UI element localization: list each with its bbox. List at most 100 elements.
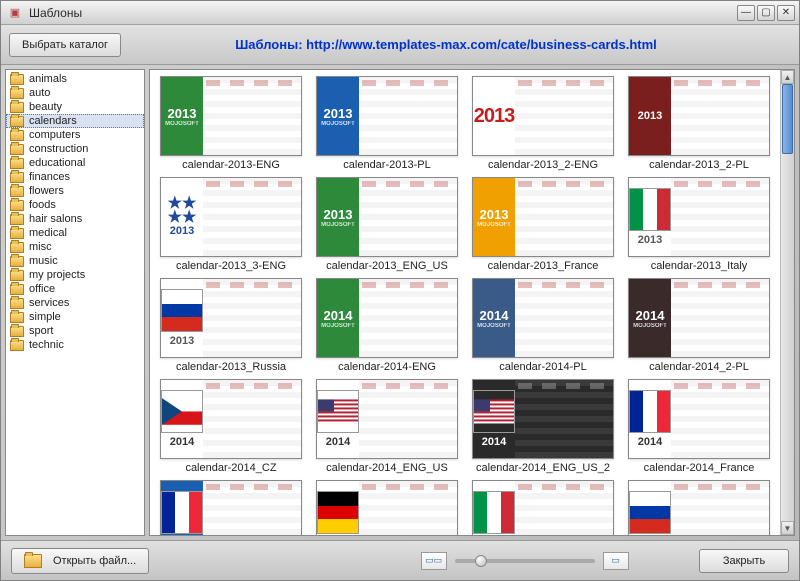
thumb-calendar-grid	[671, 178, 769, 256]
template-thumb[interactable]: 2014calendar-2014_ENG_US	[312, 379, 462, 474]
thumb-year: 2013	[324, 106, 353, 121]
sidebar-item-services[interactable]: services	[6, 296, 144, 310]
folder-icon	[10, 88, 24, 99]
folder-open-icon	[24, 554, 42, 568]
template-thumb[interactable]: 2014	[468, 480, 618, 535]
thumb-band: 2013MOJOSOFT	[161, 77, 203, 155]
titlebar: ▣ Шаблоны — ▢ ✕	[1, 1, 799, 25]
thumb-image: ★★★★2013	[160, 177, 302, 257]
template-thumb[interactable]: 2013MOJOSOFT calendar-2013_France	[468, 177, 618, 272]
thumb-band: 2013	[473, 77, 515, 155]
sidebar-item-flowers[interactable]: flowers	[6, 184, 144, 198]
template-thumb[interactable]: 2014	[624, 480, 774, 535]
folder-icon	[10, 284, 24, 295]
thumb-year: 2014	[480, 308, 509, 323]
template-thumb[interactable]: 2013calendar-2013_2-ENG	[468, 76, 618, 171]
sidebar-item-music[interactable]: music	[6, 254, 144, 268]
sidebar-item-foods[interactable]: foods	[6, 198, 144, 212]
thumb-image: 2014	[628, 379, 770, 459]
thumb-band: 2014MOJOSOFT	[473, 279, 515, 357]
template-thumb[interactable]: 2013calendar-2013_Italy	[624, 177, 774, 272]
template-thumb[interactable]: 2014 calendar-2014_CZ	[156, 379, 306, 474]
minimize-button[interactable]: —	[737, 5, 755, 21]
scroll-track[interactable]	[781, 84, 794, 521]
sidebar-item-sport[interactable]: sport	[6, 324, 144, 338]
folder-icon	[10, 326, 24, 337]
folder-icon	[10, 116, 24, 127]
thumb-label: calendar-2014-PL	[499, 361, 586, 373]
zoom-slider-knob[interactable]	[475, 555, 487, 567]
sidebar-item-technic[interactable]: technic	[6, 338, 144, 352]
body-area: animalsautobeautycalendarscomputersconst…	[1, 65, 799, 540]
template-thumb[interactable]: 2014MOJOSOFTcalendar-2014_2-PL	[624, 278, 774, 373]
sidebar-item-misc[interactable]: misc	[6, 240, 144, 254]
template-thumb[interactable]: 2013MOJOSOFTcalendar-2013-ENG	[156, 76, 306, 171]
templates-link[interactable]: Шаблоны: http://www.templates-max.com/ca…	[121, 37, 791, 52]
sidebar-item-label: hair salons	[29, 213, 82, 225]
thumb-calendar-grid	[671, 279, 769, 357]
thumb-image: 2013	[628, 76, 770, 156]
template-thumb[interactable]: 2014calendar-2014_ENG_US_2	[468, 379, 618, 474]
app-icon: ▣	[7, 5, 23, 21]
sidebar-item-animals[interactable]: animals	[6, 72, 144, 86]
sidebar-item-beauty[interactable]: beauty	[6, 100, 144, 114]
thumb-calendar-grid	[671, 380, 769, 458]
thumb-calendar-grid	[515, 178, 613, 256]
sidebar-item-finances[interactable]: finances	[6, 170, 144, 184]
maximize-button[interactable]: ▢	[757, 5, 775, 21]
window: ▣ Шаблоны — ▢ ✕ Выбрать каталог Шаблоны:…	[0, 0, 800, 581]
gallery-scrollbar[interactable]: ▲ ▼	[780, 70, 794, 535]
sidebar-item-computers[interactable]: computers	[6, 128, 144, 142]
sidebar-item-office[interactable]: office	[6, 282, 144, 296]
template-thumb[interactable]: 2014calendar-2014_France	[624, 379, 774, 474]
thumbnail-grid[interactable]: 2013MOJOSOFTcalendar-2013-ENG2013MOJOSOF…	[150, 70, 780, 535]
sidebar-item-medical[interactable]: medical	[6, 226, 144, 240]
folder-icon	[10, 130, 24, 141]
thumb-band: 2013	[161, 279, 203, 357]
sidebar-item-educational[interactable]: educational	[6, 156, 144, 170]
sidebar-item-auto[interactable]: auto	[6, 86, 144, 100]
template-thumb[interactable]: 2013MOJOSOFTcalendar-2013_ENG_US	[312, 177, 462, 272]
template-thumb[interactable]: 2014	[156, 480, 306, 535]
template-thumb[interactable]: 2013calendar-2013_Russia	[156, 278, 306, 373]
sidebar-item-my-projects[interactable]: my projects	[6, 268, 144, 282]
select-catalog-button[interactable]: Выбрать каталог	[9, 33, 121, 57]
zoom-slider[interactable]	[455, 559, 595, 563]
template-thumb[interactable]: 2014MOJOSOFT calendar-2014-PL	[468, 278, 618, 373]
close-button[interactable]: Закрыть	[699, 549, 789, 573]
thumb-year: 2014	[170, 436, 194, 448]
sidebar-item-hair-salons[interactable]: hair salons	[6, 212, 144, 226]
thumb-calendar-grid	[515, 380, 613, 458]
sidebar-item-calendars[interactable]: calendars	[6, 114, 144, 128]
sidebar-item-label: calendars	[29, 115, 77, 127]
thumb-band: 2013MOJOSOFT	[473, 178, 515, 256]
sidebar-item-construction[interactable]: construction	[6, 142, 144, 156]
thumb-label: calendar-2014_CZ	[185, 462, 276, 474]
thumb-image: 2013	[472, 76, 614, 156]
folder-icon	[10, 298, 24, 309]
sidebar-item-simple[interactable]: simple	[6, 310, 144, 324]
thumb-year: 2013	[324, 207, 353, 222]
thumb-label: calendar-2013_France	[488, 260, 599, 272]
thumb-year: 2013	[168, 106, 197, 121]
thumb-image: 2013	[628, 177, 770, 257]
template-thumb[interactable]: 2014MOJOSOFTcalendar-2014-ENG	[312, 278, 462, 373]
template-thumb[interactable]: 2013MOJOSOFTcalendar-2013-PL	[312, 76, 462, 171]
scroll-down-arrow[interactable]: ▼	[781, 521, 794, 535]
open-file-button[interactable]: Открыть файл...	[11, 548, 149, 574]
folder-tree[interactable]: animalsautobeautycalendarscomputersconst…	[5, 69, 145, 536]
thumb-image: 2014	[472, 480, 614, 535]
zoom-large-icon[interactable]: ▭	[603, 552, 629, 570]
thumb-year: 2013	[638, 110, 662, 122]
scroll-handle[interactable]	[782, 84, 793, 154]
template-thumb[interactable]: 2014	[312, 480, 462, 535]
thumb-band: 2014	[317, 481, 359, 535]
template-thumb[interactable]: 2013calendar-2013_2-PL	[624, 76, 774, 171]
folder-icon	[10, 242, 24, 253]
scroll-up-arrow[interactable]: ▲	[781, 70, 794, 84]
zoom-small-icon[interactable]: ▭▭	[421, 552, 447, 570]
template-thumb[interactable]: ★★★★2013calendar-2013_3-ENG	[156, 177, 306, 272]
sidebar-item-label: animals	[29, 73, 67, 85]
close-window-button[interactable]: ✕	[777, 5, 795, 21]
thumb-year: 2014	[482, 436, 506, 448]
